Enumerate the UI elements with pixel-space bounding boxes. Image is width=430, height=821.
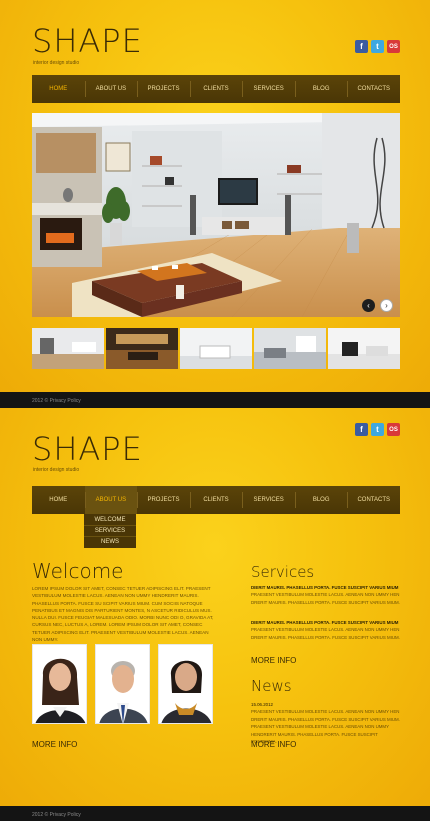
nav-clients[interactable]: CLIENTS: [189, 75, 243, 103]
facebook-icon[interactable]: f: [355, 423, 368, 436]
thumbnail-5[interactable]: [328, 328, 400, 369]
thumbnail-2[interactable]: [106, 328, 178, 369]
news-date: 15.06.2012: [251, 702, 273, 707]
logo[interactable]: SHAPE: [32, 430, 143, 468]
services-item-text: Praesent vestibulum molestie lacus. Aene…: [251, 592, 400, 605]
nav-services[interactable]: SERVICES: [242, 75, 295, 103]
slider-prev-button[interactable]: ‹: [362, 299, 375, 312]
team-photos: [32, 644, 213, 724]
facebook-icon[interactable]: f: [355, 40, 368, 53]
nav-about-us[interactable]: ABOUT US: [84, 75, 138, 103]
news-more-info-link[interactable]: MORE INFO: [251, 740, 296, 749]
social-links: f t OS: [355, 40, 400, 53]
about-dropdown-menu: WELCOME SERVICES NEWS: [84, 514, 136, 548]
dropdown-item-welcome[interactable]: WELCOME: [84, 515, 136, 526]
team-photo-man: [95, 644, 150, 724]
slider-next-button[interactable]: ›: [380, 299, 393, 312]
main-nav: HOME ABOUT US PROJECTS CLIENTS SERVICES …: [32, 486, 400, 514]
twitter-icon[interactable]: t: [371, 40, 384, 53]
nav-contacts[interactable]: CONTACTS: [347, 75, 400, 103]
home-page: SHAPE interior design studio f t OS HOME…: [0, 0, 430, 392]
thumbnail-1[interactable]: [32, 328, 104, 369]
nav-home[interactable]: HOME: [32, 486, 85, 514]
dropdown-item-news[interactable]: NEWS: [84, 537, 136, 547]
nav-blog[interactable]: BLOG: [294, 486, 348, 514]
main-nav: HOME ABOUT US PROJECTS CLIENTS SERVICES …: [32, 75, 400, 103]
nav-projects[interactable]: PROJECTS: [137, 75, 190, 103]
social-links: f t OS: [355, 423, 400, 436]
services-item-title: Dierit mauris. Phasellus porta. Fusce su…: [251, 620, 399, 625]
nav-about-us[interactable]: ABOUT US: [84, 486, 138, 514]
twitter-icon[interactable]: t: [371, 423, 384, 436]
logo[interactable]: SHAPE: [32, 22, 143, 60]
services-item-title: Dierit mauris. Phasellus porta. Fusce su…: [251, 585, 399, 590]
odnoklassniki-icon[interactable]: OS: [387, 423, 400, 436]
nav-services[interactable]: SERVICES: [242, 486, 295, 514]
welcome-text: Lorem ipsum dolor sit amet, consec tetue…: [32, 586, 214, 643]
news-heading: News: [251, 677, 292, 695]
nav-clients[interactable]: CLIENTS: [189, 486, 243, 514]
services-item: Dierit mauris. Phasellus porta. Fusce su…: [251, 619, 401, 641]
nav-projects[interactable]: PROJECTS: [137, 486, 190, 514]
services-heading: Services: [251, 563, 315, 581]
services-more-info-link[interactable]: MORE INFO: [251, 656, 296, 665]
services-item-text: Praesent vestibulum molestie lacus. Aene…: [251, 627, 400, 640]
thumbnail-4[interactable]: [254, 328, 326, 369]
hero-slider-image: [32, 113, 400, 317]
news-item: 15.06.2012 Praesent vestibulum molestie …: [251, 701, 401, 745]
tagline: interior design studio: [33, 467, 80, 473]
team-photo-woman-2: [158, 644, 213, 724]
dropdown-item-services[interactable]: SERVICES: [84, 526, 136, 537]
nav-contacts[interactable]: CONTACTS: [347, 486, 400, 514]
nav-home[interactable]: HOME: [32, 75, 85, 103]
tagline: interior design studio: [33, 60, 80, 66]
services-item: Dierit mauris. Phasellus porta. Fusce su…: [251, 584, 401, 606]
welcome-heading: Welcome: [32, 559, 124, 583]
odnoklassniki-icon[interactable]: OS: [387, 40, 400, 53]
footer[interactable]: 2012 © Privacy Policy: [0, 392, 430, 408]
welcome-more-info-link[interactable]: MORE INFO: [32, 740, 77, 749]
thumbnail-strip: [32, 328, 400, 369]
nav-blog[interactable]: BLOG: [294, 75, 348, 103]
team-photo-woman: [32, 644, 87, 724]
thumbnail-3[interactable]: [180, 328, 252, 369]
footer[interactable]: 2012 © Privacy Policy: [0, 806, 430, 821]
